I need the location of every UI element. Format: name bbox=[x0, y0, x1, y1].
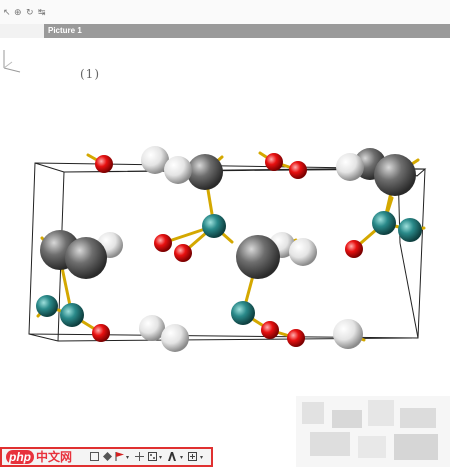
bottom-toolbar: php 中文网 ▾ ▾ ▾ ▾ bbox=[0, 447, 213, 467]
atom-teal[interactable] bbox=[231, 301, 255, 325]
pan-icon[interactable] bbox=[135, 452, 144, 461]
atom-red[interactable] bbox=[289, 161, 307, 179]
blurred-watermark bbox=[296, 396, 450, 467]
atom-red[interactable] bbox=[154, 234, 172, 252]
atom-red[interactable] bbox=[345, 240, 363, 258]
square-icon[interactable] bbox=[90, 452, 99, 461]
atom-teal[interactable] bbox=[60, 303, 84, 327]
logo-php: php bbox=[6, 450, 34, 464]
atom-red[interactable] bbox=[287, 329, 305, 347]
atom-teal[interactable] bbox=[372, 211, 396, 235]
atom-white[interactable] bbox=[161, 324, 189, 352]
atom-red[interactable] bbox=[95, 155, 113, 173]
atom-white[interactable] bbox=[333, 319, 363, 349]
atom-gray[interactable] bbox=[65, 237, 107, 279]
logo-cn: 中文网 bbox=[36, 450, 73, 464]
atom-teal[interactable] bbox=[36, 295, 58, 317]
chevron-down-icon[interactable]: ▾ bbox=[159, 454, 162, 461]
atom-white[interactable] bbox=[164, 156, 192, 184]
atom-teal[interactable] bbox=[202, 214, 226, 238]
flag-icon[interactable] bbox=[115, 452, 124, 461]
atom-gray[interactable] bbox=[187, 154, 223, 190]
diamond-icon[interactable] bbox=[103, 452, 112, 461]
atom-red[interactable] bbox=[92, 324, 110, 342]
dotted-grid-icon[interactable] bbox=[148, 452, 157, 461]
atom-red[interactable] bbox=[265, 153, 283, 171]
atom-red[interactable] bbox=[174, 244, 192, 262]
chevron-down-icon[interactable]: ▾ bbox=[126, 454, 129, 461]
atom-white[interactable] bbox=[289, 238, 317, 266]
chevron-down-icon[interactable]: ▾ bbox=[200, 454, 203, 461]
atom-gray[interactable] bbox=[236, 235, 280, 279]
atom-red[interactable] bbox=[261, 321, 279, 339]
crosshair-icon[interactable] bbox=[188, 452, 197, 461]
atom-teal[interactable] bbox=[398, 218, 422, 242]
chevron-down-icon[interactable]: ▾ bbox=[180, 454, 183, 461]
atom-white[interactable] bbox=[336, 153, 364, 181]
atom-gray[interactable] bbox=[374, 154, 416, 196]
text-label-icon[interactable] bbox=[168, 452, 177, 461]
